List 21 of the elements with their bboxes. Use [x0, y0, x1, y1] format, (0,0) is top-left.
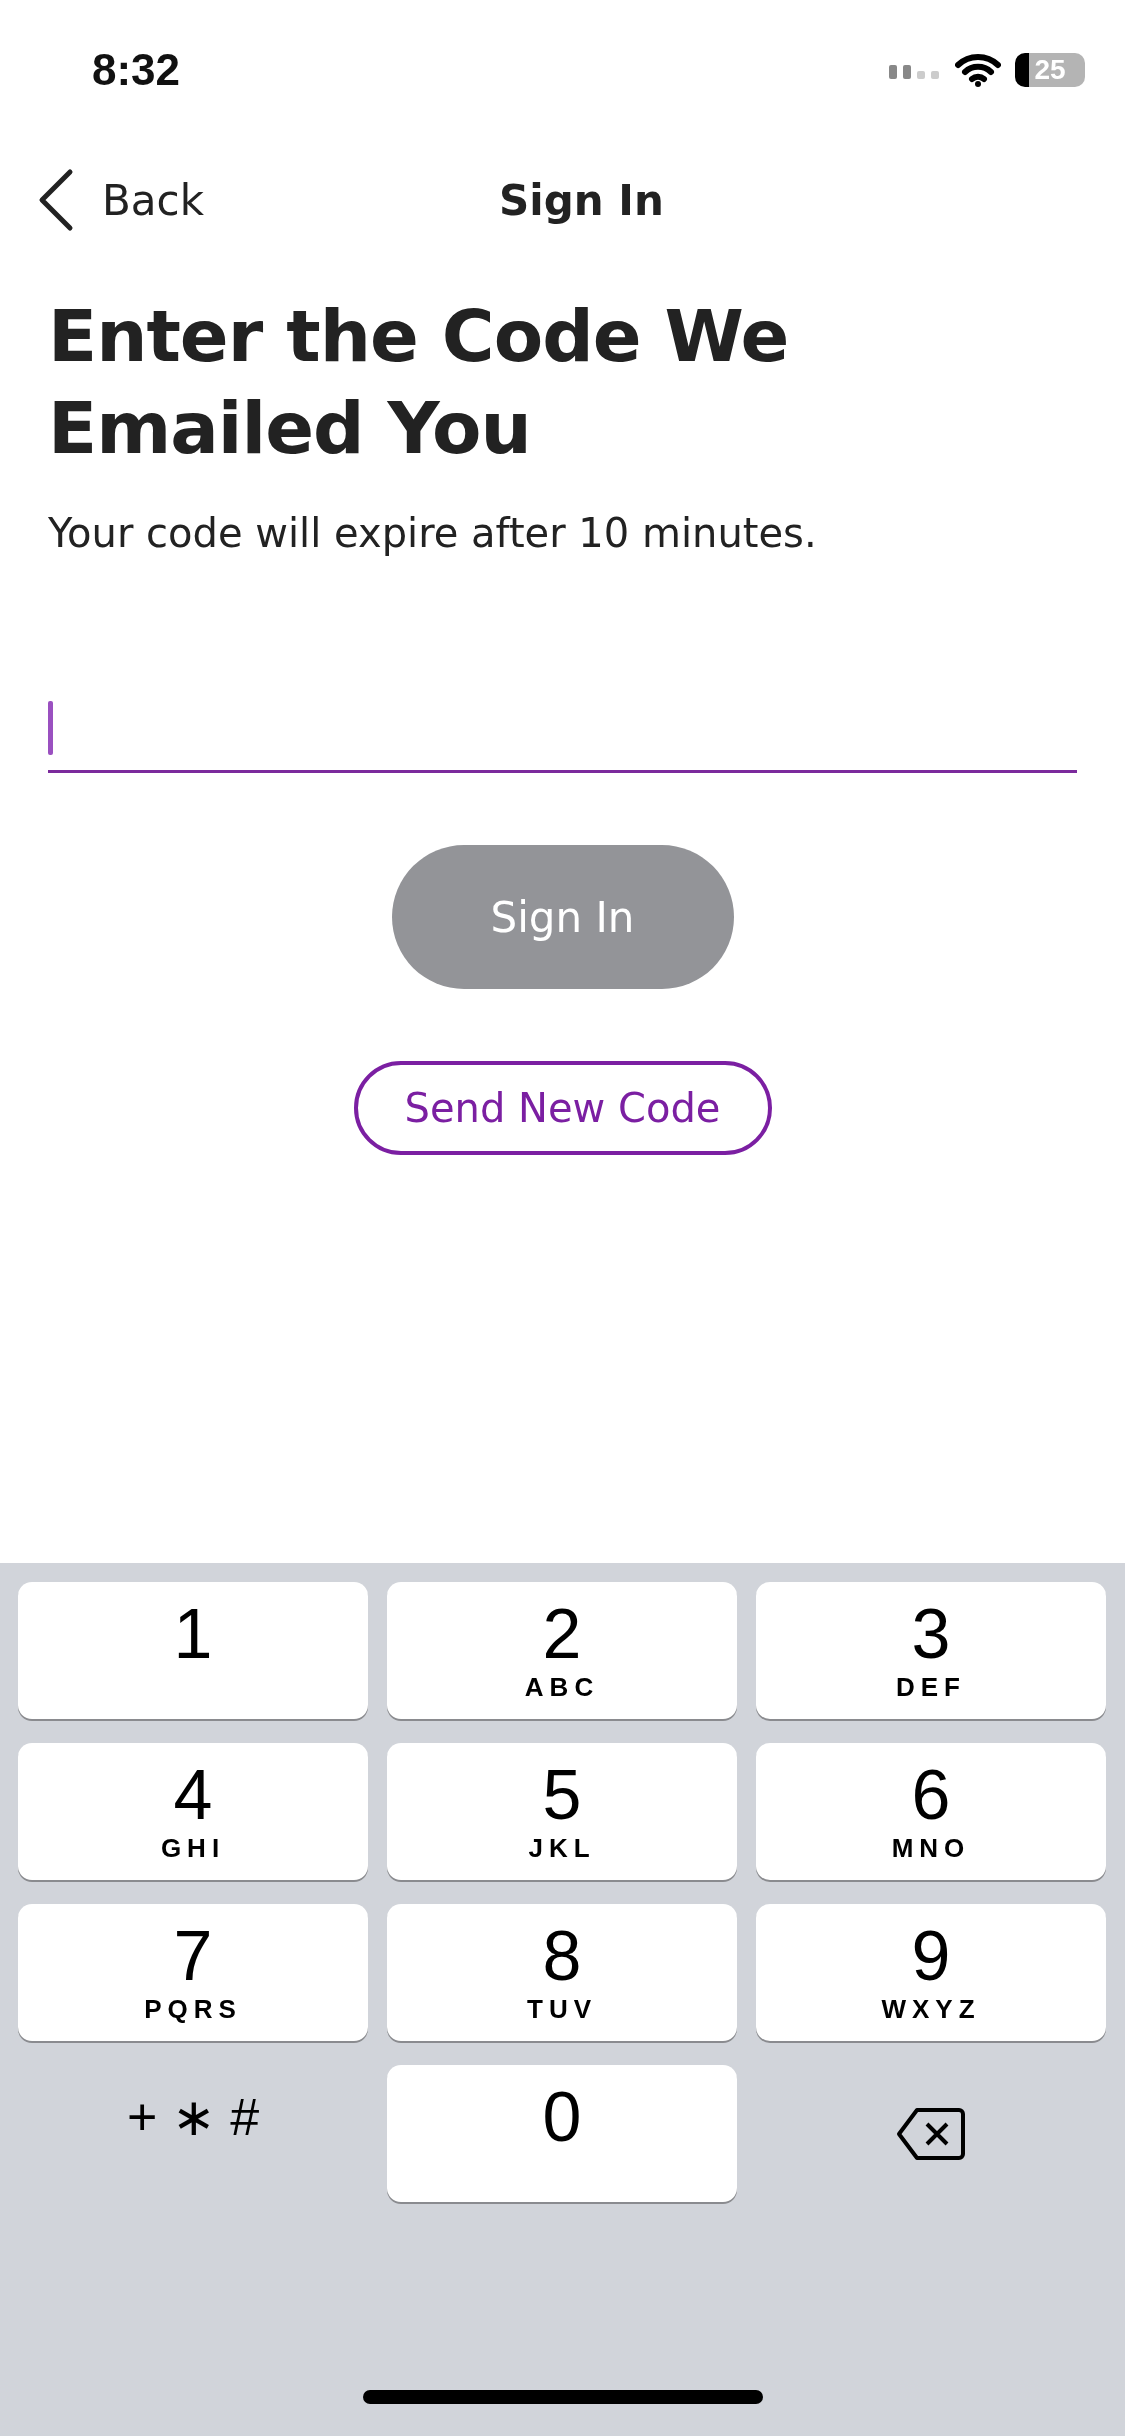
backspace-icon [895, 2105, 967, 2162]
symbols-key[interactable]: + ∗ # [18, 2065, 368, 2202]
battery-level: 25 [1015, 53, 1085, 87]
heading: Enter the Code We Emailed You [48, 293, 790, 472]
keypad-key[interactable]: 0 [387, 2065, 737, 2202]
back-button[interactable]: Back [38, 168, 204, 232]
screen-title: Sign In [499, 175, 664, 225]
send-new-code-button[interactable]: Send New Code [353, 1061, 772, 1155]
chevron-left-icon [38, 168, 74, 232]
keypad-key[interactable]: 2 ABC [387, 1582, 737, 1719]
keypad-key[interactable]: 3 DEF [756, 1582, 1106, 1719]
keypad-key[interactable]: 5 JKL [387, 1743, 737, 1880]
wifi-icon [955, 53, 1001, 87]
keypad-key[interactable]: 4 GHI [18, 1743, 368, 1880]
status-time: 8:32 [92, 45, 181, 95]
keypad-key[interactable]: 1 [18, 1582, 368, 1719]
keypad-key[interactable]: 9 WXYZ [756, 1904, 1106, 2041]
keypad-key[interactable]: 8 TUV [387, 1904, 737, 2041]
keypad-key[interactable]: 6 MNO [756, 1743, 1106, 1880]
keypad-key[interactable]: 7 PQRS [18, 1904, 368, 2041]
subtitle: Your code will expire after 10 minutes. [48, 510, 818, 556]
